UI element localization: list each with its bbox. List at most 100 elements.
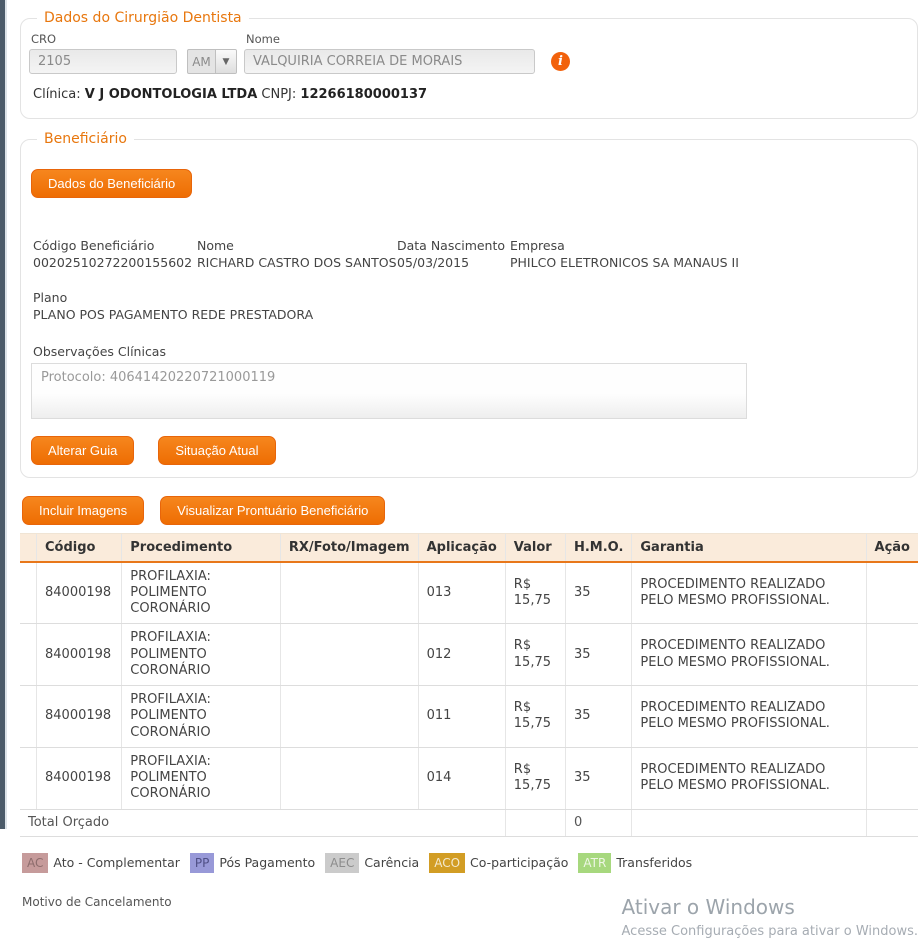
data-nascimento-label: Data Nascimento xyxy=(397,238,506,253)
cell-spacer xyxy=(20,685,37,748)
data-nascimento-value: 05/03/2015 xyxy=(397,254,470,270)
total-acao-cell xyxy=(865,809,918,837)
total-garantia-cell xyxy=(631,809,867,837)
total-label: Total Orçado xyxy=(20,809,506,837)
side-scroll-strip[interactable] xyxy=(0,0,7,829)
cell-spacer xyxy=(20,623,37,686)
cell-aplicacao: 012 xyxy=(417,623,506,686)
page-content: Dados do Cirurgião Dentista CRO 2105 AM … xyxy=(20,0,918,939)
cell-procedimento: PROFILAXIA: POLIMENTO CORONÁRIO xyxy=(121,561,281,625)
cell-garantia: PROCEDIMENTO REALIZADO PELO MESMO PROFIS… xyxy=(631,623,867,686)
table-header-row: Código Procedimento RX/Foto/Imagem Aplicaçã… xyxy=(20,532,918,563)
cell-valor: R$ 15,75 xyxy=(504,561,566,625)
footer: Motivo de Cancelamento Ativar o Windows … xyxy=(20,895,918,939)
col-header-spacer xyxy=(20,532,37,563)
procedure-legend: AC Ato - Complementar PP Pós Pagamento AEC Ca… xyxy=(22,852,918,873)
cell-acao xyxy=(865,561,918,625)
cell-spacer xyxy=(20,747,37,810)
col-header-garantia: Garantia xyxy=(631,532,867,563)
cell-garantia: PROCEDIMENTO REALIZADO PELO MESMO PROFIS… xyxy=(631,747,867,810)
cro-input[interactable]: 2105 xyxy=(29,49,177,74)
cell-aplicacao: 013 xyxy=(417,561,506,625)
cell-procedimento: PROFILAXIA: POLIMENTO CORONÁRIO xyxy=(121,685,281,748)
legend-badge-pp: PP xyxy=(189,852,215,873)
clinica-value: V J ODONTOLOGIA LTDA xyxy=(84,87,258,102)
watermark-subtitle: Acesse Configurações para ativar o Windo… xyxy=(621,923,918,939)
alterar-guia-button[interactable]: Alterar Guia xyxy=(31,435,135,465)
col-header-rx-foto-imagem: RX/Foto/Imagem xyxy=(279,532,419,563)
observacoes-textarea[interactable]: Protocolo: 40641420220721000119 xyxy=(31,362,747,419)
col-header-a-o: Ação xyxy=(865,532,918,563)
cro-label: CRO xyxy=(31,32,57,46)
total-hmo-cell: 0 xyxy=(564,809,632,837)
cell-spacer xyxy=(20,561,37,625)
cell-rx xyxy=(279,747,419,810)
total-valor-cell xyxy=(504,809,566,837)
legend-label-pp: Pós Pagamento xyxy=(219,855,316,871)
cro-field-group: CRO 2105 xyxy=(29,32,177,74)
cell-hmo: 35 xyxy=(564,685,632,748)
cell-rx xyxy=(279,685,419,748)
clinica-label: Clínica: xyxy=(33,87,81,102)
cell-acao xyxy=(865,623,918,686)
beneficiario-nome-value: RICHARD CASTRO DOS SANTOS xyxy=(197,254,397,270)
empresa-value: PHILCO ELETRONICOS SA MANAUS II xyxy=(510,254,739,270)
beneficiario-nome-label: Nome xyxy=(197,238,234,253)
cell-aplicacao: 011 xyxy=(417,685,506,748)
cell-hmo: 35 xyxy=(564,561,632,625)
dados-beneficiario-button[interactable]: Dados do Beneficiário xyxy=(31,169,193,198)
codigo-beneficiario-field: Código Beneficiário 00202510272200155602 xyxy=(33,238,197,272)
cell-rx xyxy=(279,561,419,625)
legend-label-atr: Transferidos xyxy=(616,855,693,871)
observacoes-label: Observações Clínicas xyxy=(33,343,166,359)
empresa-label: Empresa xyxy=(510,238,565,253)
cell-acao xyxy=(865,747,918,810)
uf-selected-value: AM xyxy=(192,54,211,69)
beneficiary-section: Beneficiário Dados do Beneficiário Códig… xyxy=(20,131,918,478)
plano-field: Plano PLANO POS PAGAMENTO REDE PRESTADOR… xyxy=(33,290,903,324)
windows-activation-watermark: Ativar o Windows Acesse Configurações pa… xyxy=(622,895,918,939)
cell-rx xyxy=(279,623,419,686)
chevron-down-icon[interactable]: ▼ xyxy=(215,50,236,73)
legend-label-aec: Carência xyxy=(364,855,420,871)
col-header-c-digo: Código xyxy=(35,532,122,563)
cell-codigo: 84000198 xyxy=(35,747,122,810)
dentist-nome-input[interactable]: VALQUIRIA CORREIA DE MORAIS xyxy=(244,49,535,74)
nome-field-group: Nome VALQUIRIA CORREIA DE MORAIS xyxy=(244,32,535,74)
plano-value: PLANO POS PAGAMENTO REDE PRESTADORA xyxy=(33,306,314,322)
codigo-beneficiario-label: Código Beneficiário xyxy=(33,238,155,253)
cell-garantia: PROCEDIMENTO REALIZADO PELO MESMO PROFIS… xyxy=(631,685,867,748)
cell-aplicacao: 014 xyxy=(417,747,506,810)
legend-label-ac: Ato - Complementar xyxy=(53,855,180,871)
uf-select[interactable]: AM ▼ xyxy=(187,49,237,74)
cnpj-label: CNPJ: xyxy=(261,87,297,102)
col-header-aplica-o: Aplicação xyxy=(417,532,506,563)
total-row: Total Orçado 0 xyxy=(20,809,918,837)
cell-valor: R$ 15,75 xyxy=(504,747,566,810)
table-row: 84000198 PROFILAXIA: POLIMENTO CORONÁRIO 0… xyxy=(20,685,918,748)
col-header-valor: Valor xyxy=(504,532,566,563)
watermark-title: Ativar o Windows xyxy=(621,894,795,919)
situacao-atual-button[interactable]: Situação Atual xyxy=(158,435,276,465)
beneficiary-section-title: Beneficiário xyxy=(44,131,127,147)
beneficiario-nome-field: Nome RICHARD CASTRO DOS SANTOS xyxy=(197,238,397,272)
table-body: 84000198 PROFILAXIA: POLIMENTO CORONÁRIO 0… xyxy=(20,561,918,810)
incluir-imagens-button[interactable]: Incluir Imagens xyxy=(22,495,145,525)
cell-valor: R$ 15,75 xyxy=(504,623,566,686)
cell-procedimento: PROFILAXIA: POLIMENTO CORONÁRIO xyxy=(121,623,281,686)
dentist-nome-label: Nome xyxy=(246,32,280,46)
cell-hmo: 35 xyxy=(564,623,632,686)
cell-codigo: 84000198 xyxy=(35,561,122,625)
motivo-cancelamento-label: Motivo de Cancelamento xyxy=(22,894,172,909)
legend-badge-ac: AC xyxy=(22,852,49,873)
cell-codigo: 84000198 xyxy=(35,685,122,748)
visualizar-prontuario-button[interactable]: Visualizar Prontuário Beneficiário xyxy=(160,495,386,525)
table-row: 84000198 PROFILAXIA: POLIMENTO CORONÁRIO 0… xyxy=(20,561,918,625)
legend-badge-aco: ACO xyxy=(429,852,466,873)
cell-hmo: 35 xyxy=(564,747,632,810)
clinica-line: Clínica: V J ODONTOLOGIA LTDA CNPJ: 1226… xyxy=(33,87,903,102)
info-icon[interactable]: i xyxy=(551,52,570,71)
dentist-section: Dados do Cirurgião Dentista CRO 2105 AM … xyxy=(20,10,918,119)
cell-acao xyxy=(865,685,918,748)
procedures-toolbar: Incluir Imagens Visualizar Prontuário Be… xyxy=(22,495,918,525)
